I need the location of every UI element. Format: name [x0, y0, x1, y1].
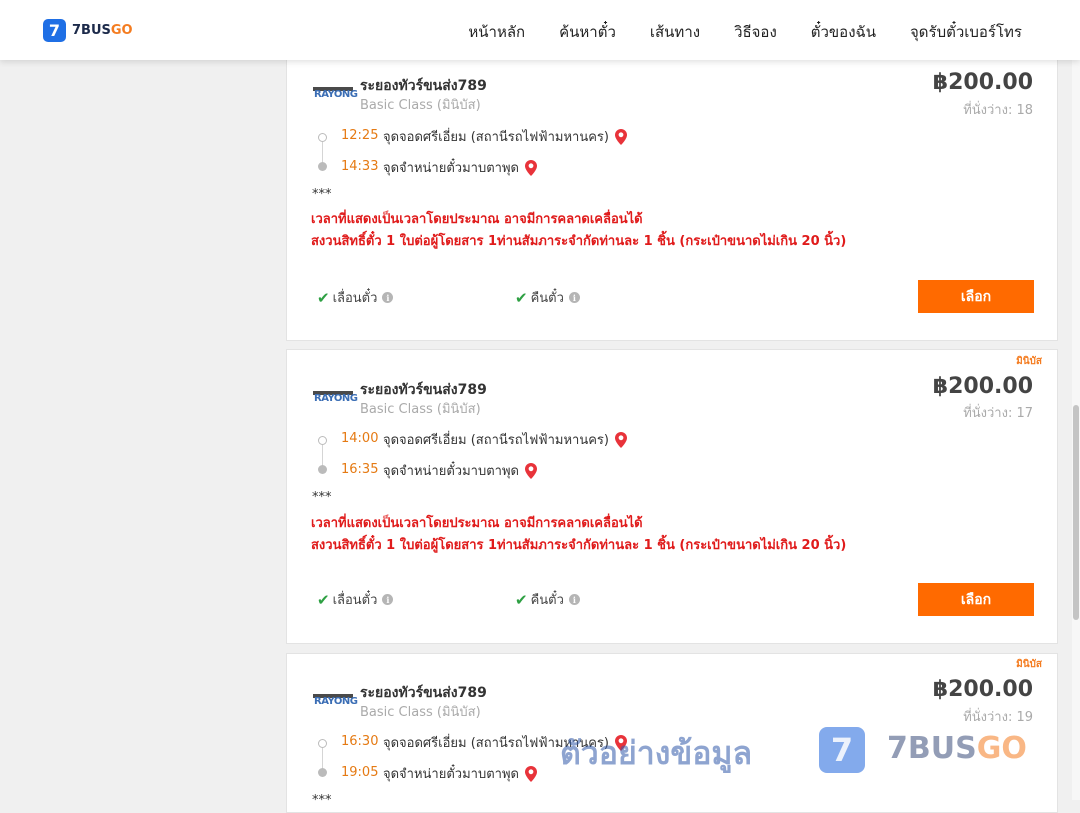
- site-logo[interactable]: 7 7BUSGO: [43, 19, 133, 42]
- watermark-sample-text: ตัวอย่างข้อมูล: [560, 734, 753, 772]
- logo-text: 7BUSGO: [72, 23, 133, 38]
- select-button[interactable]: เลือก: [918, 280, 1034, 313]
- info-icon[interactable]: i: [568, 292, 580, 303]
- arrival-dot: [318, 465, 327, 474]
- ticket-price: ฿200.00: [932, 677, 1033, 702]
- nav-search-ticket[interactable]: ค้นหาตั๋ว: [559, 20, 616, 44]
- watermark-logo-go: GO: [976, 731, 1027, 766]
- remark-marker: ***: [312, 793, 332, 808]
- remark-line-1: เวลาที่แสดงเป็นเวลาโดยประมาณ อาจมีการคลา…: [311, 516, 643, 531]
- refund-ticket-label: คืนตั๋ว: [530, 593, 564, 608]
- check-icon: ✔: [317, 590, 330, 609]
- refund-ticket-policy[interactable]: ✔ คืนตั๋ว i: [515, 287, 580, 308]
- vehicle-type-tag: มินิบัส: [1016, 356, 1042, 367]
- departure-dot: [318, 436, 327, 445]
- bus-class: Basic Class (มินิบัส): [360, 705, 481, 720]
- operator-logo: RAYONG: [313, 87, 358, 100]
- arrival-stop: จุดจำหน่ายตั๋วมาบตาพุด: [383, 157, 537, 178]
- nav-my-tickets[interactable]: ตั๋วของฉัน: [811, 20, 876, 44]
- departure-time: 14:00: [341, 431, 379, 446]
- remark-line-2: สงวนสิทธิ์ตั๋ว 1 ใบต่อผู้โดยสาร 1ท่านสัม…: [311, 234, 847, 249]
- nav-home[interactable]: หน้าหลัก: [468, 20, 525, 44]
- check-icon: ✔: [317, 288, 330, 307]
- ticket-price: ฿200.00: [932, 374, 1033, 399]
- arrival-time: 16:35: [341, 462, 379, 477]
- top-navbar: 7 7BUSGO หน้าหลัก ค้นหาตั๋ว เส้นทาง วิธี…: [0, 0, 1080, 60]
- change-ticket-label: เลื่อนตั๋ว: [332, 291, 378, 306]
- bus-class: Basic Class (มินิบัส): [360, 402, 481, 417]
- seats-available: ที่นั่งว่าง: 18: [963, 103, 1033, 118]
- arrival-stop: จุดจำหน่ายตั๋วมาบตาพุด: [383, 460, 537, 481]
- remark-line-2: สงวนสิทธิ์ตั๋ว 1 ใบต่อผู้โดยสาร 1ท่านสัม…: [311, 538, 847, 553]
- change-ticket-policy[interactable]: ✔ เลื่อนตั๋ว i: [317, 589, 394, 610]
- departure-dot: [318, 133, 327, 142]
- operator-logo: RAYONG: [313, 391, 358, 404]
- check-icon: ✔: [515, 590, 528, 609]
- trip-card: มินิบัส RAYONG ระยองทัวร์ขนส่ง789 Basic …: [286, 349, 1058, 644]
- trip-card: RAYONG ระยองทัวร์ขนส่ง789 Basic Class (ม…: [286, 55, 1058, 341]
- refund-ticket-label: คืนตั๋ว: [530, 291, 564, 306]
- main-nav: หน้าหลัก ค้นหาตั๋ว เส้นทาง วิธีจอง ตั๋วข…: [468, 20, 1022, 44]
- departure-stop: จุดจอดศรีเอี่ยม (สถานีรถไฟฟ้ามหานคร): [383, 429, 627, 450]
- bus-class: Basic Class (มินิบัส): [360, 98, 481, 113]
- departure-stop: จุดจอดศรีเอี่ยม (สถานีรถไฟฟ้ามหานคร): [383, 126, 627, 147]
- arrival-time: 14:33: [341, 159, 379, 174]
- departure-time: 16:30: [341, 734, 379, 749]
- seats-available: ที่นั่งว่าง: 19: [963, 710, 1033, 725]
- departure-dot: [318, 739, 327, 748]
- departure-time: 12:25: [341, 128, 379, 143]
- nav-how-to-book[interactable]: วิธีจอง: [734, 20, 777, 44]
- watermark-logo-bus: 7BUS: [887, 731, 977, 766]
- departure-stop-name: จุดจอดศรีเอี่ยม (สถานีรถไฟฟ้ามหานคร): [383, 130, 609, 145]
- select-button[interactable]: เลือก: [918, 583, 1034, 616]
- remark-marker: ***: [312, 490, 332, 505]
- remark-marker: ***: [312, 187, 332, 202]
- info-icon[interactable]: i: [382, 292, 394, 303]
- nav-ticket-pickup-points[interactable]: จุดรับตั๋วเบอร์โทร: [910, 20, 1022, 44]
- arrival-stop-name: จุดจำหน่ายตั๋วมาบตาพุด: [383, 464, 519, 479]
- info-icon[interactable]: i: [568, 594, 580, 605]
- arrival-stop-name: จุดจำหน่ายตั๋วมาบตาพุด: [383, 161, 519, 176]
- nav-routes[interactable]: เส้นทาง: [650, 20, 700, 44]
- remark-line-1: เวลาที่แสดงเป็นเวลาโดยประมาณ อาจมีการคลา…: [311, 212, 643, 227]
- arrival-stop: จุดจำหน่ายตั๋วมาบตาพุด: [383, 763, 537, 784]
- arrival-stop-name: จุดจำหน่ายตั๋วมาบตาพุด: [383, 767, 519, 782]
- map-pin-icon[interactable]: [614, 128, 627, 145]
- map-pin-icon[interactable]: [614, 431, 627, 448]
- logo-text-go: GO: [110, 23, 133, 38]
- change-ticket-label: เลื่อนตั๋ว: [332, 593, 378, 608]
- operator-logo: RAYONG: [313, 694, 358, 707]
- vehicle-type-tag: มินิบัส: [1016, 659, 1042, 670]
- ticket-price: ฿200.00: [932, 70, 1033, 95]
- arrival-dot: [318, 162, 327, 171]
- seats-available: ที่นั่งว่าง: 17: [963, 406, 1033, 421]
- logo-text-bus: 7BUS: [72, 23, 111, 38]
- arrival-dot: [318, 768, 327, 777]
- map-pin-icon[interactable]: [524, 462, 537, 479]
- info-icon[interactable]: i: [382, 594, 394, 605]
- map-pin-icon[interactable]: [524, 765, 537, 782]
- page-scrollbar-thumb[interactable]: [1073, 405, 1079, 620]
- map-pin-icon[interactable]: [524, 159, 537, 176]
- change-ticket-policy[interactable]: ✔ เลื่อนตั๋ว i: [317, 287, 394, 308]
- refund-ticket-policy[interactable]: ✔ คืนตั๋ว i: [515, 589, 580, 610]
- watermark-logo-text: 7BUSGO: [887, 731, 1027, 766]
- departure-stop-name: จุดจอดศรีเอี่ยม (สถานีรถไฟฟ้ามหานคร): [383, 433, 609, 448]
- logo-mark: 7: [43, 19, 66, 42]
- arrival-time: 19:05: [341, 765, 379, 780]
- check-icon: ✔: [515, 288, 528, 307]
- watermark-logo-mark: 7: [819, 727, 865, 773]
